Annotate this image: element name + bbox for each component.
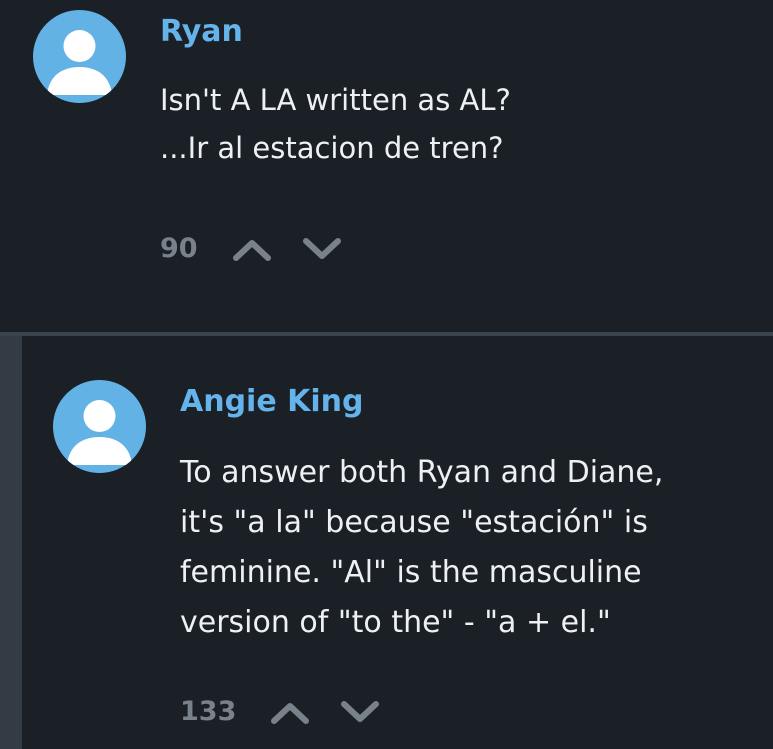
vote-score: 133 xyxy=(180,696,237,727)
vote-bar: 90 xyxy=(160,229,370,269)
comment: Ryan Isn't A LA written as AL? ...Ir al … xyxy=(0,0,773,332)
comment-body: Isn't A LA written as AL? ...Ir al estac… xyxy=(160,76,511,172)
avatar[interactable] xyxy=(33,10,126,103)
chevron-down-icon xyxy=(302,238,341,259)
comment-body-line: Isn't A LA written as AL? xyxy=(160,83,511,117)
downvote-button[interactable] xyxy=(338,692,382,732)
upvote-button[interactable] xyxy=(268,692,312,732)
downvote-button[interactable] xyxy=(300,229,344,269)
chevron-up-icon xyxy=(232,240,271,261)
vote-score: 90 xyxy=(160,233,198,264)
chevron-down-icon xyxy=(341,701,380,722)
comment-body-line: ...Ir al estacion de tren? xyxy=(160,131,504,165)
user-silhouette-icon xyxy=(67,400,132,465)
author-name[interactable]: Angie King xyxy=(180,384,364,420)
comment-reply: Angie King To answer both Ryan and Diane… xyxy=(22,336,773,749)
comment-body: To answer both Ryan and Diane, it's "a l… xyxy=(180,448,663,648)
reply-indent-rail xyxy=(0,336,22,749)
vote-bar: 133 xyxy=(180,692,408,732)
user-silhouette-icon xyxy=(47,30,112,95)
author-name[interactable]: Ryan xyxy=(160,14,243,50)
comment-thread: Ryan Isn't A LA written as AL? ...Ir al … xyxy=(0,0,773,749)
comment-body-line: it's "a la" because "estación" is xyxy=(180,505,648,540)
comment-body-line: To answer both Ryan and Diane, xyxy=(180,455,664,490)
upvote-button[interactable] xyxy=(230,229,274,269)
comment-body-line: feminine. "Al" is the masculine xyxy=(180,555,642,590)
comment-body-line: version of "to the" - "a + el." xyxy=(180,605,611,640)
avatar[interactable] xyxy=(53,380,146,473)
chevron-up-icon xyxy=(271,703,310,724)
